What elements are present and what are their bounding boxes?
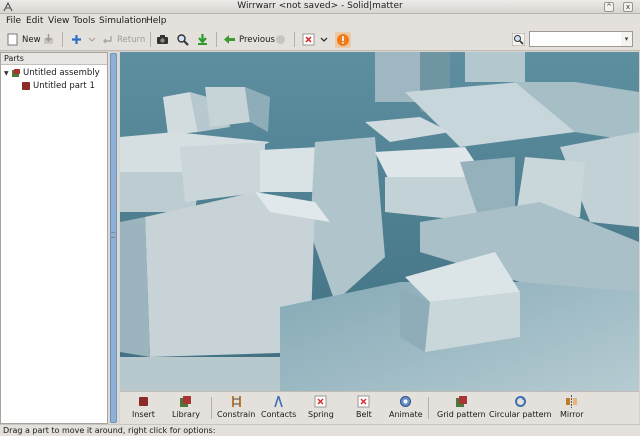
insert-label: Insert: [132, 410, 155, 419]
menu-file[interactable]: File: [6, 16, 21, 26]
save-button[interactable]: [42, 31, 58, 48]
circular-pattern-button[interactable]: Circular pattern: [489, 395, 552, 419]
new-button-label: New: [22, 34, 41, 45]
add-dropdown[interactable]: [88, 31, 99, 48]
menu-tools[interactable]: Tools: [73, 16, 95, 26]
panel-splitter[interactable]: [108, 52, 119, 424]
mirror-button[interactable]: Mirror: [560, 395, 584, 419]
error-dropdown[interactable]: [320, 31, 331, 48]
contacts-button[interactable]: Contacts: [261, 395, 296, 419]
belt-label: Belt: [356, 410, 372, 419]
search-dropdown[interactable]: ▾: [621, 31, 633, 47]
assembly-icon: [12, 69, 20, 77]
download-button[interactable]: [196, 31, 212, 48]
grid-pattern-icon: [455, 396, 467, 407]
search-icon: [512, 33, 525, 46]
previous-button-label: Previous: [239, 34, 275, 45]
new-button[interactable]: New: [6, 31, 41, 48]
insert-button[interactable]: Insert: [132, 395, 155, 419]
title-bar: Wirrwarr <not saved> - Solid|matter ^ x: [0, 0, 640, 14]
status-bar: Drag a part to move it around, right cli…: [0, 424, 640, 436]
animate-icon: [400, 396, 412, 407]
contacts-icon: [274, 395, 283, 408]
mirror-label: Mirror: [560, 410, 584, 419]
grid-pattern-label: Grid pattern: [437, 410, 486, 419]
arrow-left-icon: [224, 35, 235, 44]
menu-edit[interactable]: Edit: [26, 16, 43, 26]
contacts-label: Contacts: [261, 410, 297, 419]
chevron-down-icon: [320, 37, 328, 42]
save-icon: [44, 34, 53, 44]
3d-viewport[interactable]: [120, 52, 639, 391]
bottom-toolbar: Insert Library Constrain Contacts Spring…: [120, 391, 639, 424]
insert-icon: [138, 397, 148, 406]
library-button[interactable]: Library: [172, 395, 200, 419]
toolbar-separator: [428, 397, 429, 419]
mirror-icon: [566, 395, 578, 408]
zoom-button[interactable]: [176, 31, 192, 48]
camera-icon: [157, 35, 168, 44]
belt-icon: [357, 395, 370, 408]
magnifier-icon: [177, 34, 189, 46]
chevron-down-icon: [88, 37, 96, 42]
return-button[interactable]: Return: [101, 31, 145, 48]
constrain-label: Constrain: [217, 410, 256, 419]
error-icon: [302, 33, 315, 46]
return-icon: [103, 36, 112, 44]
menu-simulation[interactable]: Simulation: [99, 16, 147, 26]
plus-icon: [72, 35, 81, 44]
screenshot-button[interactable]: [156, 31, 172, 48]
warning-button[interactable]: [335, 31, 354, 48]
spring-button[interactable]: Spring: [308, 395, 334, 419]
library-label: Library: [172, 410, 200, 419]
window-title: Wirrwarr <not saved> - Solid|matter: [237, 1, 403, 11]
next-button[interactable]: [274, 31, 290, 48]
circular-pattern-label: Circular pattern: [489, 410, 552, 419]
animate-label: Animate: [389, 410, 423, 419]
toolbar-separator: [150, 32, 151, 47]
toolbar-separator: [62, 32, 63, 47]
grid-pattern-button[interactable]: Grid pattern: [437, 395, 486, 419]
splitter-grip-icon[interactable]: [111, 232, 115, 238]
spring-label: Spring: [308, 410, 334, 419]
tree-item-assembly[interactable]: ▼ Untitled assembly: [4, 68, 100, 78]
animate-button[interactable]: Animate: [389, 395, 423, 419]
toolbar-separator: [294, 32, 295, 47]
next-icon: [276, 35, 285, 44]
constrain-button[interactable]: Constrain: [217, 395, 255, 419]
warning-icon: [335, 31, 351, 48]
parts-panel: Parts ▼ Untitled assembly Untitled part …: [0, 52, 108, 424]
tree-item-label: Untitled part 1: [33, 81, 95, 91]
maximize-button[interactable]: ^: [604, 2, 614, 12]
constrain-icon: [231, 396, 241, 407]
toolbar-separator: [216, 32, 217, 47]
search-button[interactable]: [512, 31, 528, 48]
search-input[interactable]: [529, 31, 622, 47]
previous-button[interactable]: Previous: [223, 31, 275, 48]
menu-bar: File Edit View Tools Simulation Help: [0, 14, 640, 28]
expand-arrow-icon[interactable]: ▼: [4, 70, 12, 77]
new-document-icon: [7, 33, 18, 46]
parts-panel-header: Parts: [1, 53, 107, 65]
tree-item-part[interactable]: Untitled part 1: [22, 81, 95, 91]
menu-help[interactable]: Help: [146, 16, 167, 26]
belt-button[interactable]: Belt: [356, 395, 372, 419]
library-icon: [180, 396, 192, 407]
scrollbar[interactable]: [109, 52, 118, 424]
error-toggle-button[interactable]: [302, 31, 318, 48]
add-button[interactable]: [70, 31, 86, 48]
toolbar-separator: [211, 397, 212, 419]
close-button[interactable]: x: [623, 2, 633, 12]
spring-icon: [314, 395, 327, 408]
part-icon: [22, 82, 30, 90]
tree-item-label: Untitled assembly: [23, 68, 100, 78]
download-icon: [198, 34, 207, 45]
return-button-label: Return: [117, 34, 146, 45]
scene-render[interactable]: [120, 52, 639, 391]
scrollbar-thumb[interactable]: [110, 53, 117, 423]
circular-pattern-icon: [514, 396, 526, 407]
menu-view[interactable]: View: [48, 16, 69, 26]
